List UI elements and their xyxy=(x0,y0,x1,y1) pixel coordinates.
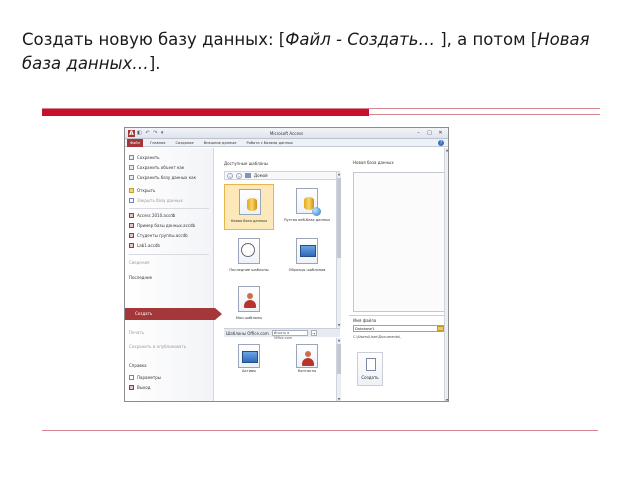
menu-save-database-as[interactable]: Сохранить базу данных как xyxy=(129,173,196,181)
menu-recent-file[interactable]: Пример базы данных.accdb xyxy=(129,221,195,229)
title-bar: A ◧ ↶ ↷ ▾ Microsoft Access – □ ✕ xyxy=(125,128,448,139)
clock-icon xyxy=(238,238,260,264)
tile-recent-templates[interactable]: Последние шаблоны xyxy=(224,234,274,280)
menu-recent-file[interactable]: Студенты группы.accdb xyxy=(129,231,188,239)
tile-my-templates[interactable]: Мои шаблоны xyxy=(224,282,274,328)
file-name-input[interactable]: Database1 xyxy=(353,325,445,332)
access-file-icon xyxy=(129,242,134,248)
nav-home-label[interactable]: Домой xyxy=(254,173,268,178)
available-templates-title: Доступные шаблоны xyxy=(224,161,268,166)
file-name-label: Имя файла xyxy=(353,318,377,323)
scroll-thumb[interactable] xyxy=(337,178,341,258)
menu-save[interactable]: Сохранить xyxy=(129,153,160,161)
menu-recent-file[interactable]: Lab1.accdb xyxy=(129,241,160,249)
title-text-1: Создать новую базу данных: [ xyxy=(22,30,286,49)
contacts-icon xyxy=(296,344,318,368)
slide-accent-bar xyxy=(42,109,369,116)
backstage-menu: Сохранить Сохранить объект как Сохранить… xyxy=(125,148,222,401)
menu-open[interactable]: Открыть xyxy=(129,186,155,194)
scroll-up-icon[interactable]: ▲ xyxy=(445,148,448,153)
new-document-icon xyxy=(366,358,376,371)
save-as-icon xyxy=(129,164,134,170)
window-scrollbar[interactable]: ▲ ▼ xyxy=(444,148,448,401)
templates-nav: ‹ › Домой xyxy=(224,171,340,180)
options-icon xyxy=(129,374,134,380)
tab-create[interactable]: Создание xyxy=(172,139,196,147)
menu-save-object-as[interactable]: Сохранить объект как xyxy=(129,163,184,171)
tile-blank-web-database[interactable]: Пустая веб-база данных xyxy=(282,184,332,230)
new-database-title: Новая база данных xyxy=(353,160,394,165)
office-templates-title: Шаблоны Office.com xyxy=(226,330,269,336)
scroll-up-icon[interactable]: ▲ xyxy=(337,172,341,177)
tab-external-data[interactable]: Внешние данные xyxy=(201,139,240,147)
access-file-icon xyxy=(129,222,134,228)
menu-print[interactable]: Печать xyxy=(129,329,144,337)
slide-rule-bottom xyxy=(42,430,598,431)
slide-title: Создать новую базу данных: [Файл - Созда… xyxy=(22,28,622,76)
menu-help[interactable]: Справка xyxy=(129,362,147,370)
search-go-icon[interactable]: → xyxy=(310,330,317,336)
tile-assets[interactable]: Активы xyxy=(224,340,274,380)
scroll-down-icon[interactable]: ▼ xyxy=(337,323,341,328)
menu-recent[interactable]: Последние xyxy=(129,274,152,282)
access-file-icon xyxy=(129,212,134,218)
tab-home[interactable]: Главная xyxy=(147,139,169,147)
title-text-2: ], а потом [ xyxy=(434,30,538,49)
scroll-up-icon[interactable]: ▲ xyxy=(337,338,341,343)
home-icon[interactable] xyxy=(245,173,251,178)
save-database-icon xyxy=(129,174,134,180)
close-database-icon xyxy=(129,197,134,203)
exit-icon xyxy=(129,384,134,390)
ribbon-tabs: Файл Главная Создание Внешние данные Раб… xyxy=(125,139,448,147)
menu-save-publish[interactable]: Сохранить и опубликовать xyxy=(129,344,189,352)
database-icon xyxy=(239,189,261,215)
browse-folder-icon[interactable] xyxy=(437,326,444,331)
menu-divider xyxy=(129,208,209,209)
help-icon[interactable]: ? xyxy=(438,140,444,146)
templates-scrollbar[interactable]: ▲ ▼ xyxy=(336,172,341,328)
office-scrollbar[interactable]: ▲ ▼ xyxy=(336,338,341,401)
back-icon[interactable]: ‹ xyxy=(227,172,233,179)
user-icon xyxy=(238,286,260,312)
tile-contacts[interactable]: Контакты xyxy=(282,340,332,380)
menu-info[interactable]: Сведения xyxy=(129,259,149,267)
scroll-down-icon[interactable]: ▼ xyxy=(445,398,448,401)
title-italic-file-create: Файл - Создать… xyxy=(285,30,435,49)
menu-options[interactable]: Параметры xyxy=(129,373,161,381)
window-title: Microsoft Access xyxy=(269,131,304,136)
tile-sample-templates[interactable]: Образцы шаблонов xyxy=(282,234,332,280)
access-window: A ◧ ↶ ↷ ▾ Microsoft Access – □ ✕ Файл Гл… xyxy=(124,127,449,402)
pane-divider xyxy=(349,315,448,316)
web-database-icon xyxy=(296,188,321,216)
create-button[interactable]: Создать xyxy=(357,352,383,386)
templates-grid: Новая база данных Пустая веб-база данных… xyxy=(224,182,340,332)
menu-create-selected[interactable]: Создать xyxy=(125,308,222,320)
save-icon xyxy=(129,154,134,160)
access-file-icon xyxy=(129,232,134,238)
scroll-thumb[interactable] xyxy=(337,344,341,374)
menu-recent-file[interactable]: Access 2010.accdb xyxy=(129,211,175,219)
sample-templates-icon xyxy=(296,238,318,264)
close-button[interactable]: ✕ xyxy=(436,129,445,137)
minimize-button[interactable]: – xyxy=(414,129,423,137)
folder-icon xyxy=(129,187,134,193)
menu-close-database[interactable]: Закрыть базу данных xyxy=(129,196,183,204)
tab-database-tools[interactable]: Работа с базами данных xyxy=(243,139,295,147)
file-path: C:\Users\User\Documents\ xyxy=(353,335,401,339)
menu-exit[interactable]: Выход xyxy=(129,383,150,391)
title-text-3: ]. xyxy=(148,54,161,73)
forward-icon[interactable]: › xyxy=(236,172,242,179)
scroll-down-icon[interactable]: ▼ xyxy=(337,397,341,401)
menu-divider xyxy=(129,254,209,255)
maximize-button[interactable]: □ xyxy=(425,129,434,137)
window-controls: – □ ✕ xyxy=(414,129,445,137)
assets-icon xyxy=(238,344,260,368)
slide-rule-mid xyxy=(369,114,600,115)
tile-new-database[interactable]: Новая база данных xyxy=(224,184,274,230)
office-search-input[interactable]: Искать в Office.com xyxy=(271,330,308,340)
tab-file[interactable]: Файл xyxy=(127,139,143,147)
template-preview xyxy=(353,172,445,312)
office-templates-bar: Шаблоны Office.com Искать в Office.com → xyxy=(224,328,340,340)
